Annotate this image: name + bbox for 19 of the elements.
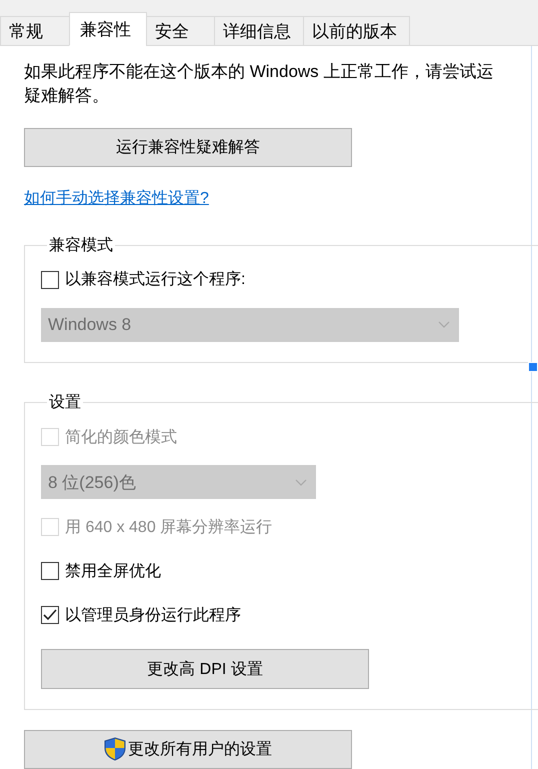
chevron-down-icon: [295, 478, 307, 486]
tab[interactable]: 安全: [146, 16, 215, 46]
troubleshoot-button[interactable]: 运行兼容性疑难解答: [24, 128, 352, 167]
checkmark-icon: [43, 609, 57, 622]
tab[interactable]: 兼容性: [69, 12, 147, 46]
all-users-button[interactable]: 更改所有用户的设置: [24, 730, 352, 769]
intro-text: 如果此程序不能在这个版本的 Windows 上正常工作，请尝试运疑难解答。: [24, 61, 494, 107]
group-title: 设置: [48, 393, 82, 414]
checkbox[interactable]: 以兼容模式运行这个程序:: [41, 264, 246, 296]
help-link[interactable]: 如何手动选择兼容性设置?: [24, 188, 209, 210]
chevron-down-icon: [438, 321, 450, 328]
checkbox[interactable]: 以管理员身份运行此程序: [41, 599, 241, 632]
checkbox[interactable]: 禁用全屏优化: [41, 555, 161, 588]
resize-handle[interactable]: [528, 362, 538, 372]
dpi-settings-button[interactable]: 更改高 DPI 设置: [41, 649, 369, 690]
tab[interactable]: 以前的版本: [303, 16, 410, 46]
shield-icon: [104, 737, 126, 762]
tab[interactable]: 常规: [0, 16, 70, 46]
group-title: 兼容模式: [48, 236, 114, 256]
